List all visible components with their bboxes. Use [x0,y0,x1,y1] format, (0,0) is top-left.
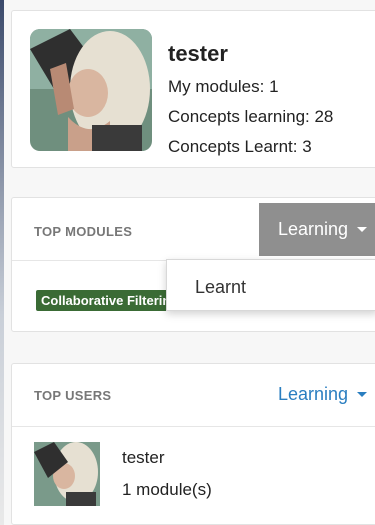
user-name[interactable]: tester [122,448,165,468]
profile-concepts-learning: Concepts learning: 28 [168,107,334,126]
top-modules-header: TOP MODULES Learning [12,198,375,261]
avatar [30,29,152,151]
profile-modules-count: My modules: 1 [168,77,279,96]
profile-card: tester My modules: 1 Concepts learning: … [11,10,375,168]
module-tag[interactable]: Collaborative Filtering [36,290,168,311]
profile-concepts-learnt: Concepts Learnt: 3 [168,137,312,156]
top-modules-title: TOP MODULES [34,224,133,239]
filter-dropdown-menu: Learnt [166,259,375,311]
top-users-header: TOP USERS Learning [12,364,375,427]
top-users-card: TOP USERS Learning tester 1 module(s) [11,363,375,525]
dropdown-item-learnt[interactable]: Learnt [195,277,246,298]
user-avatar[interactable] [34,442,100,506]
top-users-filter-button[interactable]: Learning [278,384,368,405]
chevron-down-icon [357,227,368,232]
top-users-title: TOP USERS [34,388,112,403]
left-edge-strip [0,0,4,525]
filter-label: Learning [278,384,349,404]
profile-name: tester [168,41,228,66]
filter-label: Learning [278,219,349,239]
top-modules-filter-button[interactable]: Learning [259,203,375,256]
chevron-down-icon [357,392,368,397]
user-module-count: 1 module(s) [122,480,212,499]
